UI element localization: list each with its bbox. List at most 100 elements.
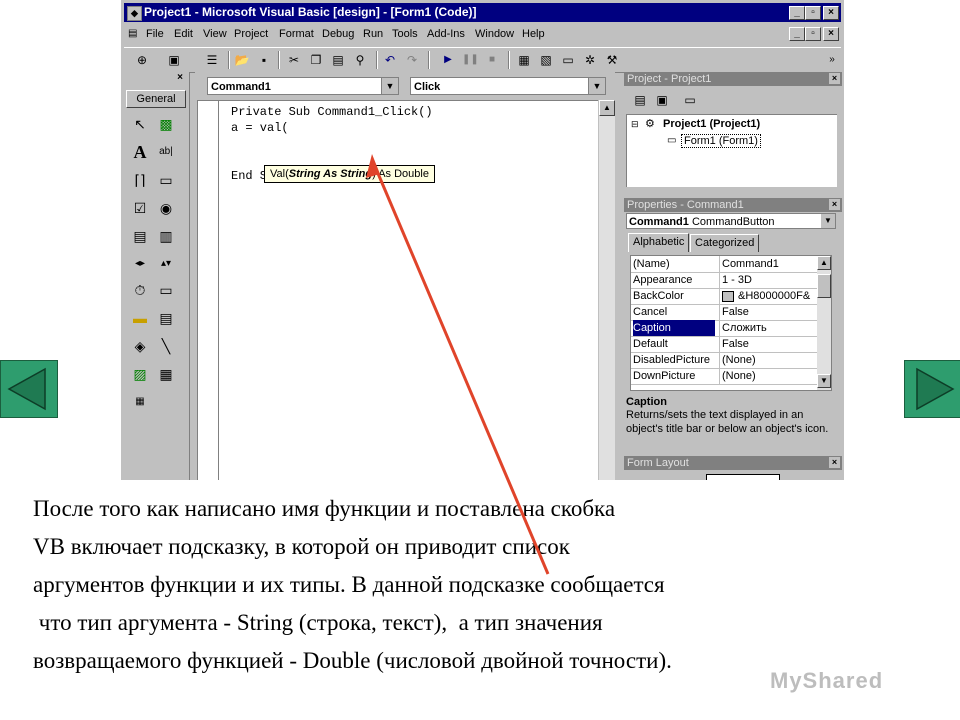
property-value[interactable]: (None)	[719, 368, 818, 384]
doc-close-button[interactable]: ×	[823, 27, 839, 41]
doc-minimize-button[interactable]: _	[789, 27, 805, 41]
toolbar-overflow-icon[interactable]: »	[824, 52, 840, 68]
menu-file[interactable]: File	[146, 28, 164, 40]
minimize-button[interactable]: _	[789, 6, 805, 20]
procedure-combobox[interactable]: Click ▼	[410, 77, 606, 95]
tree-form1[interactable]: Form1 (Form1)	[681, 134, 761, 148]
project-pane-title[interactable]: Project - Project1 ×	[624, 72, 842, 86]
property-row[interactable]: DownPicture (None)	[631, 368, 817, 385]
chevron-down-icon[interactable]: ▼	[821, 214, 835, 228]
timer-icon[interactable]: ⏱	[130, 280, 150, 300]
properties-pane-title[interactable]: Properties - Command1 ×	[624, 198, 842, 212]
tree-collapse-icon[interactable]: ⊟	[631, 119, 639, 130]
redo-icon[interactable]: ↷	[404, 52, 420, 68]
image-icon[interactable]: ▨	[130, 364, 150, 384]
view-code-icon[interactable]: ▤	[630, 90, 650, 110]
add-form-icon[interactable]: ▣	[166, 52, 182, 68]
properties-scrollbar[interactable]: ▲ ▼	[817, 256, 831, 390]
property-value[interactable]: False	[719, 336, 818, 352]
break-icon[interactable]: ❚❚	[462, 52, 479, 68]
doc-restore-button[interactable]: ▫	[805, 27, 821, 41]
menu-format[interactable]: Format	[279, 28, 314, 40]
toolbox-close-button[interactable]: ×	[175, 73, 185, 83]
property-value[interactable]: False	[719, 304, 818, 320]
label-icon[interactable]: A	[130, 142, 150, 162]
property-value[interactable]: &H8000000F&	[719, 288, 818, 304]
object-combobox[interactable]: Command1 ▼	[207, 77, 399, 95]
ole-icon[interactable]: ▦	[130, 392, 150, 412]
properties-pane-close-button[interactable]: ×	[829, 199, 840, 210]
drivelistbox-icon[interactable]: ▭	[156, 280, 176, 300]
form-layout-close-button[interactable]: ×	[829, 457, 840, 468]
property-row[interactable]: BackColor &H8000000F&	[631, 288, 817, 305]
hscrollbar-icon[interactable]: ◂▸	[130, 254, 150, 274]
form-layout-icon[interactable]: ▭	[560, 52, 576, 68]
save-icon[interactable]: ▪	[256, 52, 272, 68]
menu-editor-icon[interactable]: ☰	[204, 52, 220, 68]
property-row[interactable]: Appearance 1 - 3D	[631, 272, 817, 289]
toggle-folders-icon[interactable]: ▭	[680, 90, 700, 110]
tab-alphabetic[interactable]: Alphabetic	[628, 233, 690, 252]
scroll-thumb[interactable]	[817, 274, 831, 298]
property-value[interactable]: 1 - 3D	[719, 272, 818, 288]
listbox-icon[interactable]: ▥	[156, 226, 176, 246]
menu-edit[interactable]: Edit	[174, 28, 193, 40]
menu-add-ins[interactable]: Add-Ins	[427, 28, 465, 40]
menu-view[interactable]: View	[203, 28, 227, 40]
shape-icon[interactable]: ◈	[130, 336, 150, 356]
toolbox-icon[interactable]: ⚒	[604, 52, 620, 68]
property-row[interactable]: Default False	[631, 336, 817, 353]
project-pane-close-button[interactable]: ×	[829, 73, 840, 84]
mdi-doc-icon[interactable]: ▤	[128, 28, 137, 39]
menu-debug[interactable]: Debug	[322, 28, 354, 40]
restore-button[interactable]: ▫	[805, 6, 821, 20]
property-row[interactable]: DisabledPicture (None)	[631, 352, 817, 369]
form-layout-pane-title[interactable]: Form Layout ×	[624, 456, 842, 470]
code-line-1[interactable]: Private Sub Command1_Click()	[231, 105, 433, 119]
find-icon[interactable]: ⚲	[352, 52, 368, 68]
view-object-icon[interactable]: ▣	[652, 90, 672, 110]
property-row[interactable]: Cancel False	[631, 304, 817, 321]
next-slide-button[interactable]	[904, 360, 960, 418]
textbox-icon[interactable]: ab|	[156, 142, 176, 162]
scroll-down-icon[interactable]: ▼	[817, 374, 831, 388]
vb-app-icon[interactable]: ◆	[127, 6, 142, 21]
menu-project[interactable]: Project	[234, 28, 268, 40]
menu-tools[interactable]: Tools	[392, 28, 418, 40]
paste-icon[interactable]: ▤	[330, 52, 346, 68]
chevron-down-icon[interactable]: ▼	[381, 78, 398, 94]
object-browser-icon[interactable]: ✲	[582, 52, 598, 68]
toolbox-general-tab[interactable]: General	[126, 90, 186, 108]
commandbutton-icon[interactable]: ▭	[156, 170, 176, 190]
optionbutton-icon[interactable]: ◉	[156, 198, 176, 218]
property-row[interactable]: (Name) Command1	[631, 256, 817, 273]
property-row[interactable]: Caption Сложить	[631, 320, 817, 337]
start-icon[interactable]: ▶	[440, 52, 456, 68]
property-value[interactable]: (None)	[719, 352, 818, 368]
property-value[interactable]: Сложить	[719, 320, 818, 336]
open-project-icon[interactable]: 📂	[234, 52, 250, 68]
scroll-up-icon[interactable]: ▲	[599, 100, 615, 116]
checkbox-icon[interactable]: ☑	[130, 198, 150, 218]
previous-slide-button[interactable]	[0, 360, 58, 418]
undo-icon[interactable]: ↶	[382, 52, 398, 68]
menu-run[interactable]: Run	[363, 28, 383, 40]
tab-categorized[interactable]: Categorized	[690, 234, 760, 252]
line-icon[interactable]: ╲	[156, 336, 176, 356]
chevron-down-icon[interactable]: ▼	[588, 78, 605, 94]
scroll-up-icon[interactable]: ▲	[817, 256, 831, 270]
dirlistbox-icon[interactable]: ▬	[130, 308, 150, 328]
frame-icon[interactable]: ⌈⌉	[130, 170, 150, 190]
vscrollbar-icon[interactable]: ▴▾	[156, 254, 176, 274]
menu-window[interactable]: Window	[475, 28, 514, 40]
add-project-icon[interactable]: ⊕	[134, 52, 150, 68]
form-layout-preview[interactable]	[706, 474, 780, 480]
filelistbox-icon[interactable]: ▤	[156, 308, 176, 328]
picturebox-icon[interactable]: ▩	[156, 114, 176, 134]
tree-project-root[interactable]: Project1 (Project1)	[663, 118, 760, 130]
menu-help[interactable]: Help	[522, 28, 545, 40]
cut-icon[interactable]: ✂	[286, 52, 302, 68]
code-line-2[interactable]: a = val(	[231, 121, 289, 135]
end-icon[interactable]: ■	[484, 52, 500, 68]
code-editor[interactable]: Private Sub Command1_Click() a = val( En…	[197, 100, 598, 480]
